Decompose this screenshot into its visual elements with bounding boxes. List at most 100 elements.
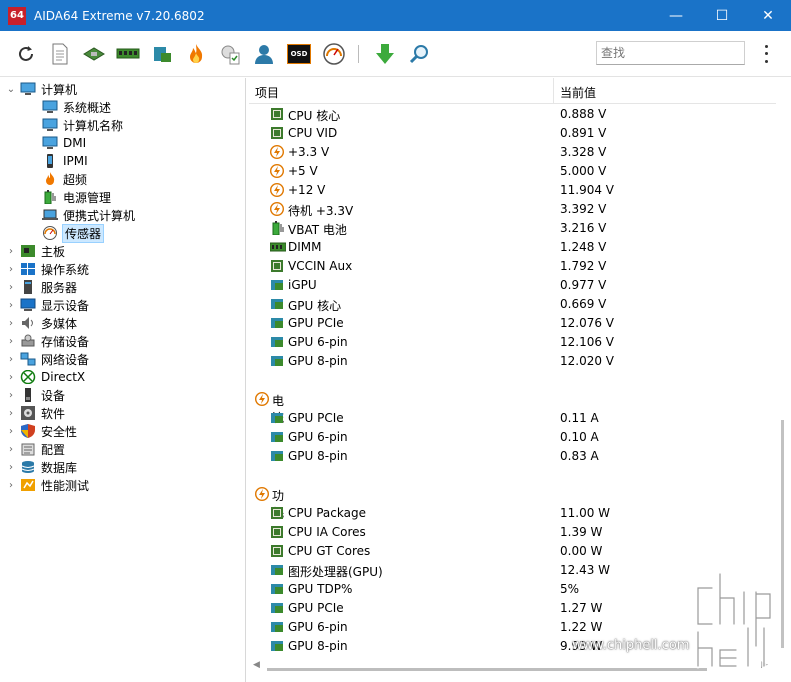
sensor-row[interactable]: GPU 核心 0.669 V: [249, 295, 776, 314]
sensor-value: 0.888 V: [560, 107, 607, 121]
sensor-row[interactable]: GPU 8-pin 12.020 V: [249, 352, 776, 371]
tree-item[interactable]: › 多媒体: [6, 314, 77, 332]
sensor-name: GPU 6-pin: [288, 430, 348, 444]
maximize-button[interactable]: ☐: [699, 0, 745, 31]
sensor-row[interactable]: CPU Package 11.00 W: [249, 504, 776, 523]
sensor-row[interactable]: GPU PCIe 12.076 V: [249, 314, 776, 333]
sensor-value: 0.977 V: [560, 278, 607, 292]
refresh-icon[interactable]: [14, 42, 38, 66]
tree-item[interactable]: › 操作系统: [6, 260, 89, 278]
sensor-row[interactable]: 待机 +3.3V 3.392 V: [249, 200, 776, 219]
sensor-row[interactable]: GPU PCIe 0.11 A: [249, 409, 776, 428]
column-divider[interactable]: [553, 78, 554, 104]
column-header-item[interactable]: 项目: [255, 84, 279, 101]
tree-item-computer[interactable]: ⌄ 计算机: [6, 80, 77, 98]
search-input[interactable]: [596, 41, 745, 65]
sensor-name: VBAT 电池: [288, 223, 347, 237]
download-icon[interactable]: [373, 42, 397, 66]
chevron-right-icon[interactable]: ›: [6, 318, 16, 329]
chip-icon: [270, 544, 284, 558]
tree-item[interactable]: › 设备: [6, 386, 65, 404]
sensor-row[interactable]: +5 V 5.000 V: [249, 162, 776, 181]
tree-item[interactable]: › 性能测试: [6, 476, 89, 494]
vertical-scrollbar[interactable]: [776, 78, 791, 652]
sensor-row[interactable]: GPU 8-pin 0.83 A: [249, 447, 776, 466]
chevron-right-icon[interactable]: ›: [6, 390, 16, 401]
close-button[interactable]: ✕: [745, 0, 791, 31]
tree-item[interactable]: › 存储设备: [6, 332, 89, 350]
sensor-name: GPU 6-pin: [288, 335, 348, 349]
osd-icon[interactable]: OSD: [286, 42, 312, 66]
chevron-right-icon[interactable]: ›: [6, 282, 16, 293]
chevron-right-icon[interactable]: ›: [6, 336, 16, 347]
gpu-icon: [270, 639, 284, 652]
chevron-right-icon[interactable]: ›: [6, 354, 16, 365]
tree-item[interactable]: › 数据库: [6, 458, 77, 476]
sensor-row[interactable]: CPU 核心 0.888 V: [249, 105, 776, 124]
monitor-icon: [42, 136, 58, 150]
tree-item-child[interactable]: 便携式计算机: [42, 206, 135, 224]
shield-icon: [20, 424, 36, 438]
sensor-row[interactable]: VCCIN Aux 1.792 V: [249, 257, 776, 276]
more-menu-icon[interactable]: [760, 43, 772, 65]
chevron-right-icon[interactable]: ›: [6, 480, 16, 491]
tree-item-child[interactable]: 传感器: [42, 223, 105, 243]
tree-item-child[interactable]: DMI: [42, 134, 86, 152]
motherboard-icon[interactable]: [82, 42, 106, 66]
xbox-icon: [20, 369, 36, 385]
sensor-row[interactable]: CPU IA Cores 1.39 W: [249, 523, 776, 542]
user-icon[interactable]: [252, 42, 276, 66]
minimize-button[interactable]: —: [653, 0, 699, 31]
memory-icon[interactable]: [116, 42, 140, 66]
tree-item[interactable]: › 服务器: [6, 278, 77, 296]
chevron-right-icon[interactable]: ›: [6, 444, 16, 455]
tree-item[interactable]: › 配置: [6, 440, 65, 458]
sensor-row[interactable]: DIMM 1.248 V: [249, 238, 776, 257]
chevron-right-icon[interactable]: ›: [6, 426, 16, 437]
tree-item-label: 服务器: [41, 280, 78, 295]
windows-icon: [20, 262, 36, 276]
sensor-row[interactable]: VBAT 电池 3.216 V: [249, 219, 776, 238]
gauge-icon[interactable]: [322, 42, 346, 66]
report-icon[interactable]: [48, 42, 72, 66]
tree-item[interactable]: › 网络设备: [6, 350, 89, 368]
sensor-row[interactable]: +12 V 11.904 V: [249, 181, 776, 200]
search-icon[interactable]: [407, 42, 431, 66]
network-card-icon[interactable]: [150, 42, 174, 66]
gauge-icon: [42, 226, 58, 240]
chevron-right-icon[interactable]: ›: [6, 408, 16, 419]
tree-item[interactable]: › DirectX: [6, 368, 85, 386]
chevron-right-icon[interactable]: ›: [6, 300, 16, 311]
computer-icon: [20, 82, 36, 96]
tree-item-child[interactable]: 电源管理: [42, 188, 111, 206]
task-icon[interactable]: [218, 42, 242, 66]
sensor-row[interactable]: CPU GT Cores 0.00 W: [249, 542, 776, 561]
flame-icon[interactable]: [184, 42, 208, 66]
chevron-right-icon[interactable]: ›: [6, 372, 16, 383]
sensor-row[interactable]: CPU VID 0.891 V: [249, 124, 776, 143]
tree-item[interactable]: › 显示设备: [6, 296, 89, 314]
tree-item[interactable]: › 主板: [6, 242, 65, 260]
horizontal-scroll-thumb[interactable]: [267, 668, 707, 671]
tree-item[interactable]: › 安全性: [6, 422, 77, 440]
chevron-right-icon[interactable]: ›: [6, 246, 16, 257]
sensor-row[interactable]: GPU 6-pin 0.10 A: [249, 428, 776, 447]
tree-item-child[interactable]: 超频: [42, 170, 87, 188]
tree-item-child[interactable]: IPMI: [42, 152, 88, 170]
chevron-right-icon[interactable]: ›: [6, 462, 16, 473]
column-header-value[interactable]: 当前值: [560, 84, 596, 101]
tree-item[interactable]: › 软件: [6, 404, 65, 422]
sensor-row[interactable]: +3.3 V 3.328 V: [249, 143, 776, 162]
scroll-left-icon[interactable]: ◀: [253, 660, 260, 670]
chevron-down-icon[interactable]: ⌄: [6, 84, 16, 95]
tree-item-label: 性能测试: [41, 478, 90, 493]
tree-item-child[interactable]: 计算机名称: [42, 116, 123, 134]
vertical-scroll-thumb[interactable]: [781, 420, 784, 648]
tree-item-child[interactable]: 系统概述: [42, 98, 111, 116]
gpu-icon: [270, 316, 284, 330]
sensor-row[interactable]: GPU 6-pin 12.106 V: [249, 333, 776, 352]
sensor-row[interactable]: iGPU 0.977 V: [249, 276, 776, 295]
chevron-right-icon[interactable]: ›: [6, 264, 16, 275]
sensor-value: 1.792 V: [560, 259, 607, 273]
tree-item-label: IPMI: [63, 154, 88, 168]
